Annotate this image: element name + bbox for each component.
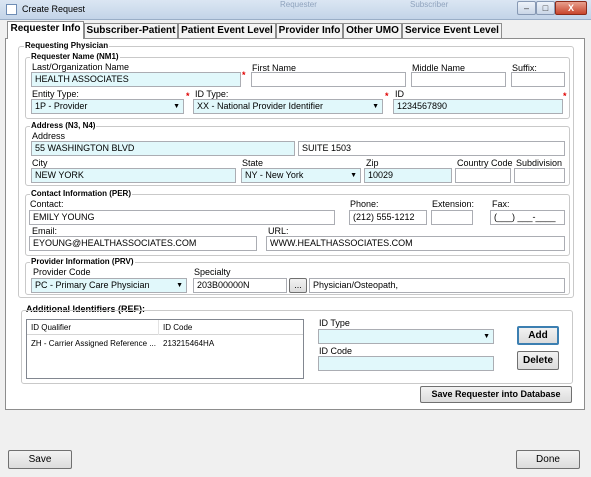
- last-name-label: Last/Organization Name: [32, 62, 130, 72]
- tab-requester-info[interactable]: Requester Info: [7, 21, 84, 39]
- state-label: State: [242, 158, 264, 168]
- close-button[interactable]: X: [555, 1, 587, 15]
- done-button[interactable]: Done: [516, 450, 580, 469]
- phone-field[interactable]: (212) 555-1212: [349, 210, 427, 225]
- country-code-field[interactable]: [455, 168, 511, 183]
- row-code: 213215464HA: [163, 339, 215, 348]
- chevron-down-icon: ▼: [176, 282, 183, 289]
- background-tab: Subscriber: [410, 0, 449, 9]
- email-label: Email:: [32, 226, 58, 236]
- chevron-down-icon: ▼: [173, 103, 180, 110]
- add-button[interactable]: Add: [517, 326, 559, 345]
- app-icon: [6, 4, 17, 15]
- state-select[interactable]: NY - New York ▼: [241, 168, 361, 183]
- address-label: Address: [32, 131, 66, 141]
- required-marker: *: [242, 70, 246, 80]
- chevron-down-icon: ▼: [483, 333, 490, 340]
- url-label: URL:: [268, 226, 289, 236]
- required-marker: *: [186, 91, 190, 101]
- save-requester-button[interactable]: Save Requester into Database: [420, 386, 572, 403]
- email-field[interactable]: EYOUNG@HEALTHASSOCIATES.COM: [29, 236, 257, 251]
- provider-code-value: PC - Primary Care Physician: [35, 280, 150, 290]
- specialty-description-field: Physician/Osteopath,: [309, 278, 565, 293]
- specialty-browse-button[interactable]: ...: [289, 278, 307, 293]
- required-marker: *: [563, 91, 567, 101]
- contact-field[interactable]: EMILY YOUNG: [29, 210, 335, 225]
- last-name-field[interactable]: HEALTH ASSOCIATES: [31, 72, 241, 87]
- specialty-code-field[interactable]: 203B00000N: [193, 278, 287, 293]
- id-type-label: ID Type:: [195, 89, 229, 99]
- id-type-select[interactable]: XX - National Provider Identifier ▼: [193, 99, 383, 114]
- id-field[interactable]: 1234567890: [393, 99, 563, 114]
- zip-label: Zip: [366, 158, 379, 168]
- address-group-title: Address (N3, N4): [30, 121, 97, 130]
- provider-code-label: Provider Code: [33, 267, 91, 277]
- column-header-qualifier: ID Qualifier: [31, 323, 72, 332]
- ref-id-type-label: ID Type: [319, 318, 350, 328]
- zip-field[interactable]: 10029: [364, 168, 452, 183]
- suffix-field[interactable]: [511, 72, 565, 87]
- state-value: NY - New York: [245, 170, 304, 180]
- delete-button[interactable]: Delete: [517, 351, 559, 370]
- requester-name-title: Requester Name (NM1): [30, 52, 120, 61]
- provider-info-title: Provider Information (PRV): [30, 257, 135, 266]
- ref-id-code-label: ID Code: [319, 346, 353, 356]
- phone-label: Phone:: [350, 199, 379, 209]
- tab-other-umo[interactable]: Other UMO: [343, 23, 402, 38]
- minimize-button[interactable]: –: [517, 1, 536, 15]
- title-bar: Create Request Requester Subscriber – □ …: [0, 0, 591, 20]
- extension-label: Extension:: [432, 199, 475, 209]
- chevron-down-icon: ▼: [372, 103, 379, 110]
- id-type-value: XX - National Provider Identifier: [197, 101, 324, 111]
- tab-provider-info[interactable]: Provider Info: [276, 23, 343, 38]
- row-qualifier: ZH - Carrier Assigned Reference ...: [31, 339, 156, 348]
- subdivision-field[interactable]: [514, 168, 565, 183]
- entity-type-value: 1P - Provider: [35, 101, 88, 111]
- extension-field[interactable]: [431, 210, 473, 225]
- ref-id-code-field[interactable]: [318, 356, 494, 371]
- ref-id-type-select[interactable]: ▼: [318, 329, 494, 344]
- background-tabs: Requester Subscriber: [230, 0, 520, 10]
- entity-type-select[interactable]: 1P - Provider ▼: [31, 99, 184, 114]
- middle-name-field[interactable]: [411, 72, 506, 87]
- tab-subscriber-patient[interactable]: Subscriber-Patient: [84, 23, 178, 38]
- url-field[interactable]: WWW.HEALTHASSOCIATES.COM: [266, 236, 565, 251]
- table-header: ID Qualifier ID Code: [27, 320, 303, 335]
- required-marker: *: [385, 91, 389, 101]
- provider-code-select[interactable]: PC - Primary Care Physician ▼: [31, 278, 187, 293]
- background-tab: Requester: [280, 0, 317, 9]
- tab-patient-event-level[interactable]: Patient Event Level: [178, 23, 276, 38]
- contact-group-title: Contact Information (PER): [30, 189, 132, 198]
- save-button[interactable]: Save: [8, 450, 72, 469]
- fax-label: Fax:: [492, 199, 510, 209]
- country-code-label: Country Code: [457, 158, 513, 168]
- window-title: Create Request: [22, 4, 86, 14]
- tab-service-event-level[interactable]: Service Event Level: [402, 23, 502, 38]
- fax-field[interactable]: (___) ___-____: [490, 210, 565, 225]
- table-row[interactable]: ZH - Carrier Assigned Reference ... 2132…: [27, 337, 303, 351]
- entity-type-label: Entity Type:: [32, 89, 79, 99]
- requesting-physician-title: Requesting Physician: [24, 41, 110, 50]
- first-name-field[interactable]: [251, 72, 406, 87]
- maximize-button[interactable]: □: [536, 1, 555, 15]
- subdivision-label: Subdivision: [516, 158, 563, 168]
- city-field[interactable]: NEW YORK: [31, 168, 236, 183]
- id-label: ID: [395, 89, 404, 99]
- city-label: City: [32, 158, 48, 168]
- contact-label: Contact:: [30, 199, 64, 209]
- specialty-label: Specialty: [194, 267, 231, 277]
- chevron-down-icon: ▼: [350, 172, 357, 179]
- address-line1-field[interactable]: 55 WASHINGTON BLVD: [31, 141, 295, 156]
- column-header-code: ID Code: [163, 323, 193, 332]
- column-divider: [158, 320, 159, 335]
- address-line2-field[interactable]: SUITE 1503: [298, 141, 565, 156]
- identifiers-table[interactable]: ID Qualifier ID Code ZH - Carrier Assign…: [26, 319, 304, 379]
